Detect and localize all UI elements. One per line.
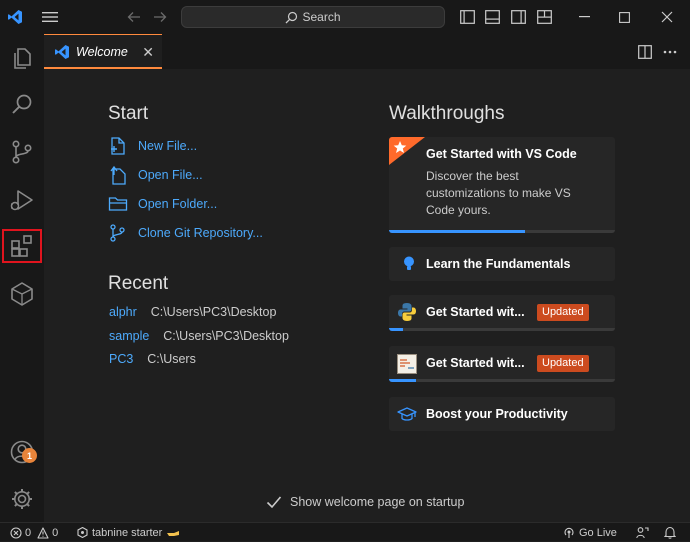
open-file-icon <box>110 165 126 185</box>
more-actions-icon[interactable] <box>659 34 681 69</box>
back-arrow-icon[interactable] <box>124 0 144 34</box>
activity-source-control[interactable] <box>0 130 44 174</box>
walkthrough-title: Get Started wit... <box>426 305 525 319</box>
welcome-page: Start New File... Open File... Open Fold… <box>44 69 690 522</box>
walkthrough-title: Boost your Productivity <box>426 407 568 421</box>
minimize-icon[interactable] <box>573 0 595 34</box>
tabnine-icon <box>77 527 88 538</box>
menu-icon[interactable] <box>38 0 62 34</box>
notebook-icon <box>397 354 417 374</box>
updated-badge: Updated <box>537 304 589 321</box>
tab-label: Welcome <box>76 45 128 59</box>
close-window-icon[interactable] <box>656 0 678 34</box>
show-on-startup-label: Show welcome page on startup <box>290 495 465 509</box>
walkthrough-title: Get Started with VS Code <box>426 147 577 161</box>
problems-status[interactable]: 0 0 <box>10 523 58 542</box>
warning-icon <box>37 526 49 539</box>
walkthrough-title: Get Started wit... <box>426 356 525 370</box>
activity-bar: 1 <box>0 34 44 522</box>
activity-explorer[interactable] <box>0 36 44 80</box>
notifications-bell-icon[interactable] <box>664 523 676 542</box>
remote-icon <box>11 282 33 306</box>
search-label: Search <box>302 10 341 24</box>
broadcast-icon <box>564 527 574 538</box>
activity-search[interactable] <box>0 82 44 126</box>
gear-icon <box>12 489 32 509</box>
forward-arrow-icon[interactable] <box>150 0 170 34</box>
activity-extensions[interactable] <box>2 229 42 263</box>
activity-manage[interactable] <box>0 477 44 521</box>
split-editor-icon[interactable] <box>634 34 656 69</box>
show-on-startup-toggle[interactable]: Show welcome page on startup <box>266 492 464 512</box>
recent-item[interactable]: sample C:\Users\PC3\Desktop <box>109 329 289 343</box>
walkthrough-boost-productivity[interactable]: Boost your Productivity <box>389 397 615 431</box>
star-corner-icon <box>389 137 425 165</box>
walkthrough-get-started-python[interactable]: Get Started wit... Updated <box>389 295 615 331</box>
extensions-icon <box>11 235 32 257</box>
toggle-primary-sidebar-icon[interactable] <box>457 0 477 34</box>
walkthrough-progress-bar <box>389 230 615 233</box>
activity-accounts[interactable]: 1 <box>0 430 44 474</box>
pointing-hand-icon <box>167 530 180 536</box>
mortarboard-icon <box>397 407 417 421</box>
title-bar: Search <box>0 0 690 34</box>
checkmark-icon[interactable] <box>266 495 282 509</box>
updated-badge: Updated <box>537 355 589 372</box>
open-folder-icon <box>108 197 128 211</box>
recent-item[interactable]: PC3 C:\Users <box>109 352 196 366</box>
vscode-logo-icon <box>55 45 69 59</box>
walkthrough-progress-bar <box>389 328 615 331</box>
vscode-logo-icon <box>6 0 24 34</box>
new-file-icon <box>111 137 125 155</box>
search-icon <box>286 11 298 23</box>
explorer-icon <box>14 48 31 69</box>
error-icon <box>10 526 22 539</box>
walkthrough-learn-fundamentals[interactable]: Learn the Fundamentals <box>389 247 615 281</box>
maximize-icon[interactable] <box>613 0 635 34</box>
source-control-icon <box>12 140 32 164</box>
vscode-window: Search 1 Welcome ✕ Start New File... Ope… <box>0 0 690 541</box>
start-heading: Start <box>108 103 149 124</box>
customize-layout-icon[interactable] <box>534 0 554 34</box>
status-bar: 0 0 tabnine starter Go Live <box>0 522 690 541</box>
search-icon <box>12 94 32 114</box>
walkthrough-get-started-jupyter[interactable]: Get Started wit... Updated <box>389 346 615 382</box>
walkthroughs-heading: Walkthroughs <box>389 103 505 124</box>
activity-remote-explorer[interactable] <box>0 272 44 316</box>
toggle-secondary-sidebar-icon[interactable] <box>508 0 528 34</box>
walkthrough-title: Learn the Fundamentals <box>426 257 571 271</box>
command-center-search[interactable]: Search <box>181 6 445 28</box>
run-debug-icon <box>10 190 33 211</box>
accounts-badge: 1 <box>22 448 37 463</box>
walkthrough-progress-bar <box>389 379 615 382</box>
source-control-icon <box>110 224 125 242</box>
tab-close-icon[interactable]: ✕ <box>142 44 154 61</box>
editor-tab-bar: Welcome ✕ <box>44 34 690 69</box>
walkthrough-description: Discover the best customizations to make… <box>426 169 571 217</box>
tab-welcome[interactable]: Welcome ✕ <box>44 34 162 69</box>
toggle-panel-icon[interactable] <box>482 0 502 34</box>
go-live-button[interactable]: Go Live <box>563 523 617 542</box>
python-icon <box>398 303 416 321</box>
tabnine-status[interactable]: tabnine starter <box>77 523 180 542</box>
lightbulb-icon <box>404 256 414 270</box>
walkthrough-get-started-vscode[interactable]: Get Started with VS Code Discover the be… <box>389 137 615 233</box>
feedback-icon[interactable] <box>636 523 649 542</box>
recent-item[interactable]: alphr C:\Users\PC3\Desktop <box>109 305 276 319</box>
recent-heading: Recent <box>108 273 169 294</box>
activity-run-debug[interactable] <box>0 178 44 222</box>
